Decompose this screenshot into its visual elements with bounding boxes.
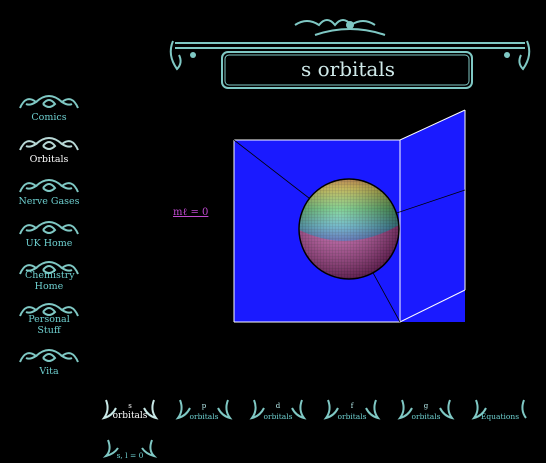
sidebar-item-label: Nerve Gases — [18, 196, 80, 207]
header-banner — [165, 15, 535, 95]
vine-ornament-icon — [19, 349, 79, 363]
nav-g-orbitals[interactable]: g orbitals — [396, 396, 456, 432]
sidebar-item-label: Personal Stuff — [28, 314, 70, 336]
nav-label: orbitals — [263, 412, 293, 421]
sidebar-item-comics[interactable]: Comics — [14, 92, 84, 123]
sidebar-item-label: Chemistry Home — [25, 270, 75, 292]
nav-symbol: g — [423, 402, 429, 410]
vine-ornament-icon — [19, 95, 79, 109]
vine-ornament-icon — [19, 221, 79, 235]
vine-ornament-icon — [19, 137, 79, 151]
nav-f-orbitals[interactable]: f orbitals — [322, 396, 382, 432]
sidebar-item-label: Orbitals — [29, 154, 69, 165]
nav-d-orbitals[interactable]: d orbitals — [248, 396, 308, 432]
nav-p-orbitals[interactable]: p orbitals — [174, 396, 234, 432]
sidebar-item-uk-home[interactable]: UK Home — [14, 218, 84, 249]
sidebar-item-chemistry-home[interactable]: Chemistry Home — [14, 258, 84, 292]
nav-s-l0[interactable]: s, l = 0 — [100, 438, 160, 463]
page: s orbitals Comics Orbitals Nerve Gases U… — [0, 0, 546, 463]
orbital-plot — [230, 100, 470, 364]
nav-equations[interactable]: Equations — [470, 396, 530, 432]
nav-symbol: p — [201, 402, 207, 410]
sidebar-item-personal-stuff[interactable]: Personal Stuff — [14, 300, 84, 336]
nav-symbol: d — [275, 402, 281, 410]
nav-label: s, l = 0 — [116, 451, 144, 460]
sidebar-item-label: Vita — [39, 366, 59, 377]
nav-label: Equations — [480, 412, 520, 421]
ml-zero-link[interactable]: mℓ = 0 — [173, 207, 208, 218]
orbital-type-nav: s orbitals p orbitals d orbitals f orbit… — [100, 396, 540, 456]
nav-symbol: f — [350, 402, 354, 410]
sidebar-item-orbitals[interactable]: Orbitals — [14, 134, 84, 165]
sidebar-item-label: UK Home — [25, 238, 73, 249]
page-title: s orbitals — [300, 57, 396, 81]
nav-label: orbitals — [337, 412, 367, 421]
nav-label: orbitals — [112, 411, 148, 421]
sidebar-item-label: Comics — [31, 112, 67, 123]
header-ornament-icon — [169, 19, 531, 89]
nav-symbol: s — [128, 402, 132, 410]
nav-s-orbitals[interactable]: s orbitals — [100, 396, 160, 432]
nav-label: orbitals — [189, 412, 219, 421]
vine-ornament-icon — [19, 179, 79, 193]
sidebar-item-vita[interactable]: Vita — [14, 346, 84, 377]
sidebar-item-nerve-gases[interactable]: Nerve Gases — [14, 176, 84, 207]
nav-label: orbitals — [411, 412, 441, 421]
orbital-3d-view — [233, 109, 466, 323]
